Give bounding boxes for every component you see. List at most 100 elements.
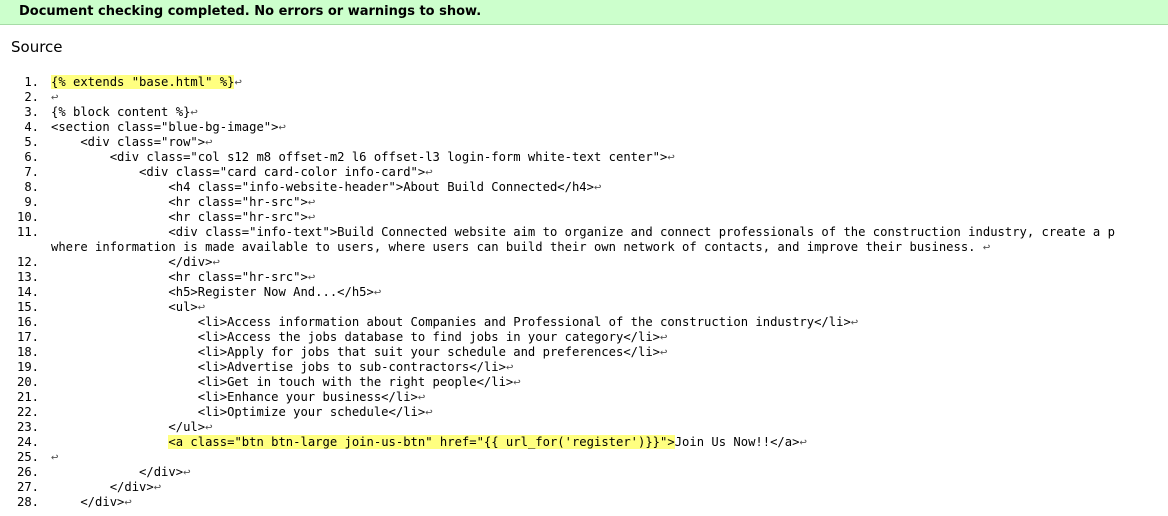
- line-number: 6.: [24, 150, 39, 164]
- return-icon: ↩: [660, 345, 668, 359]
- line-number: 18.: [16, 345, 39, 359]
- source-line: 23. </ul>↩: [0, 420, 1168, 435]
- wrapped-line: where information is made available to u…: [51, 240, 991, 254]
- return-icon: ↩: [124, 495, 132, 509]
- status-message: Document checking completed. No errors o…: [19, 4, 482, 19]
- source-line: 19. <li>Advertise jobs to sub-contractor…: [0, 360, 1168, 375]
- line-number: 11.: [16, 225, 39, 239]
- line-code: <li>Optimize your schedule</li>↩: [51, 405, 433, 419]
- line-number: 25.: [16, 450, 39, 464]
- return-icon: ↩: [850, 315, 859, 329]
- return-icon: ↩: [234, 75, 242, 89]
- line-code: <a class="btn btn-large join-us-btn" hre…: [168, 435, 807, 449]
- line-code: <section class="blue-bg-image">↩: [51, 120, 286, 134]
- return-icon: ↩: [190, 105, 198, 119]
- source-line: 27. </div>↩: [0, 480, 1168, 495]
- source-line: 17. <li>Access the jobs database to find…: [0, 330, 1168, 345]
- line-code: <div class="info-text">Build Connected w…: [51, 225, 1115, 239]
- source-line: 20. <li>Get in touch with the right peop…: [0, 375, 1168, 390]
- return-icon: ↩: [982, 240, 991, 254]
- return-icon: ↩: [513, 375, 521, 389]
- line-code: <li>Get in touch with the right people</…: [51, 375, 521, 389]
- return-icon: ↩: [212, 255, 220, 269]
- return-icon: ↩: [307, 195, 316, 209]
- source-line: 16. <li>Access information about Compani…: [0, 315, 1168, 330]
- source-line: 2. ↩: [0, 90, 1168, 105]
- line-code: <li>Access the jobs database to find job…: [51, 330, 668, 344]
- line-number: 2.: [24, 90, 39, 104]
- source-line: 10. <hr class="hr-src">↩: [0, 210, 1168, 225]
- highlighted-code: {% extends "base.html" %}: [51, 75, 235, 89]
- line-code: </div>↩: [51, 495, 132, 509]
- line-number: 17.: [16, 330, 39, 344]
- line-number: 20.: [16, 375, 39, 389]
- line-number: 3.: [24, 105, 39, 119]
- source-line: 5. <div class="row">↩: [0, 135, 1168, 150]
- line-number: 12.: [16, 255, 39, 269]
- return-icon: ↩: [205, 420, 213, 434]
- line-code: </div>↩: [51, 480, 162, 494]
- line-code: <hr class="hr-src">↩: [51, 210, 316, 224]
- line-code: ↩: [51, 450, 58, 465]
- line-code: <div class="row">↩: [51, 135, 213, 149]
- return-icon: ↩: [51, 450, 59, 464]
- return-icon: ↩: [278, 120, 286, 134]
- line-number: 1.: [24, 75, 39, 89]
- line-code: {% extends "base.html" %}↩: [51, 75, 242, 90]
- return-icon: ↩: [799, 435, 807, 449]
- source-line: 8. <h4 class="info-website-header">About…: [0, 180, 1168, 195]
- source-line: 18. <li>Apply for jobs that suit your sc…: [0, 345, 1168, 360]
- line-number: 13.: [16, 270, 39, 284]
- return-icon: ↩: [373, 285, 382, 299]
- return-icon: ↩: [425, 405, 433, 419]
- source-line: 7. <div class="card card-color info-card…: [0, 165, 1168, 180]
- return-icon: ↩: [505, 360, 514, 374]
- source-line: 3. {% block content %}↩: [0, 105, 1168, 120]
- line-number: 8.: [24, 180, 39, 194]
- source-line: 25. ↩: [0, 450, 1168, 465]
- line-number: 7.: [24, 165, 39, 179]
- source-line: 9. <hr class="hr-src">↩: [0, 195, 1168, 210]
- source-line: 6. <div class="col s12 m8 offset-m2 l6 o…: [0, 150, 1168, 165]
- source-line: 22. <li>Optimize your schedule</li>↩: [0, 405, 1168, 420]
- line-code: <div class="col s12 m8 offset-m2 l6 offs…: [51, 150, 675, 164]
- line-code: <hr class="hr-src">↩: [51, 270, 316, 284]
- line-code: {% block content %}↩: [51, 105, 198, 119]
- line-number: 10.: [16, 210, 39, 224]
- return-icon: ↩: [660, 330, 668, 344]
- line-number: 26.: [16, 465, 39, 479]
- line-number: 27.: [16, 480, 39, 494]
- highlighted-code: <a class="btn btn-large join-us-btn" hre…: [168, 435, 675, 449]
- line-code: ↩: [51, 90, 58, 105]
- line-code: <li>Advertise jobs to sub-contractors</l…: [51, 360, 514, 374]
- return-icon: ↩: [205, 135, 213, 149]
- line-code: <hr class="hr-src">↩: [51, 195, 316, 209]
- return-icon: ↩: [667, 150, 675, 164]
- return-icon: ↩: [51, 90, 59, 104]
- source-line: 4. <section class="blue-bg-image">↩: [0, 120, 1168, 135]
- status-banner: Document checking completed. No errors o…: [0, 0, 1168, 25]
- source-line: 21. <li>Enhance your business</li>↩: [0, 390, 1168, 405]
- return-icon: ↩: [307, 210, 316, 224]
- source-listing[interactable]: 1. {% extends "base.html" %}↩ 2. ↩ 3. {% bloc…: [0, 75, 1168, 516]
- line-code: <ul>↩: [51, 300, 206, 314]
- line-code: </div>↩: [51, 465, 191, 479]
- source-line: 14. <h5>Register Now And...</h5>↩: [0, 285, 1168, 300]
- return-icon: ↩: [197, 300, 206, 314]
- line-number: 22.: [16, 405, 39, 419]
- return-icon: ↩: [425, 165, 433, 179]
- line-number: 9.: [24, 195, 39, 209]
- line-code: <li>Enhance your business</li>↩: [51, 390, 426, 404]
- line-number: 14.: [16, 285, 39, 299]
- line-number: 15.: [16, 300, 39, 314]
- return-icon: ↩: [183, 465, 191, 479]
- line-number: 16.: [16, 315, 39, 329]
- source-line: 15. <ul>↩: [0, 300, 1168, 315]
- source-line: 12. </div>↩: [0, 255, 1168, 270]
- line-number: 21.: [16, 390, 39, 404]
- source-line: 13. <hr class="hr-src">↩: [0, 270, 1168, 285]
- line-number: 5.: [24, 135, 39, 149]
- line-code: <div class="card card-color info-card">↩: [51, 165, 433, 179]
- line-number: 4.: [24, 120, 39, 134]
- line-number: 28.: [16, 495, 39, 509]
